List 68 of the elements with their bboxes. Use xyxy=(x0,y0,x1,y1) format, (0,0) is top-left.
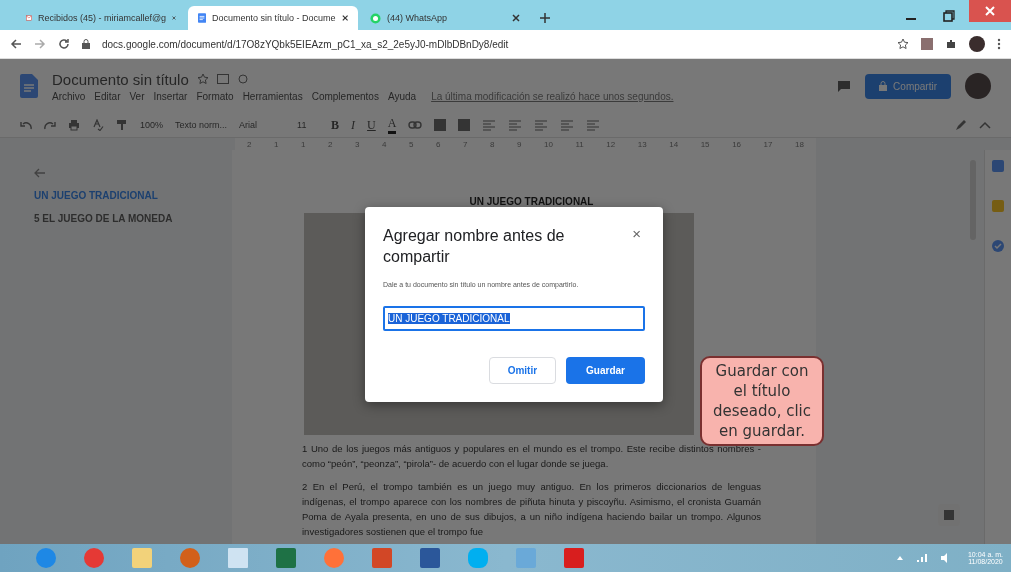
document-heading: UN JUEGO TRADICIONAL xyxy=(468,196,595,207)
format-button[interactable]: I xyxy=(351,117,356,133)
menu-item[interactable]: Ayuda xyxy=(387,90,417,102)
redo-icon[interactable] xyxy=(44,120,56,130)
lock-icon xyxy=(82,39,90,49)
format-button[interactable]: A xyxy=(387,116,397,134)
docs-logo-icon[interactable] xyxy=(20,74,38,98)
lock-icon xyxy=(879,81,888,91)
outline-item[interactable]: 5 EL JUEGO DE LA MONEDA xyxy=(34,213,218,224)
format-button[interactable]: B xyxy=(331,117,340,133)
tasks-icon[interactable] xyxy=(992,240,1004,252)
undo-icon[interactable] xyxy=(20,120,32,130)
style-dropdown[interactable]: Texto norm... xyxy=(175,120,228,130)
close-window-button[interactable] xyxy=(969,0,1011,22)
align-icon[interactable] xyxy=(482,119,497,131)
print-icon[interactable] xyxy=(68,119,80,131)
paragraph: 2 En el Perú, el trompo también es un juego muy antiguo. En los primeros diccionarios de lenguas indígenas, el trompo aparece con los nombres de piñuta hinuta y piscoyñu. Asimismo, el cronista Guamán Poma de Ayala presenta, en uno de sus dibujos, a un niño indígena haciendo bailar un trompo. Algunos investigadores sostienen que el trompo fue xyxy=(302,480,761,539)
save-button[interactable]: Guardar xyxy=(566,357,645,384)
align-icon[interactable] xyxy=(586,119,601,131)
close-icon[interactable] xyxy=(341,14,348,22)
document-title[interactable]: Documento sin título xyxy=(52,70,189,88)
outline-item[interactable]: UN JUEGO TRADICIONAL xyxy=(34,190,218,201)
browser-tab[interactable]: (44) WhatsApp xyxy=(360,6,530,30)
close-icon[interactable] xyxy=(512,14,520,22)
address-field[interactable]: docs.google.com/document/d/17O8zYQbk5EIEAzm_pC1_xa_s2_2e5yJ0-mDlbDBnDy8/edit xyxy=(102,38,509,50)
close-button[interactable]: × xyxy=(628,225,645,242)
menu-item[interactable]: Ver xyxy=(129,90,145,102)
name-input-field[interactable]: UN JUEGO TRADICIONAL xyxy=(383,306,645,331)
dialog-title: Agregar nombre antes de compartir xyxy=(383,226,566,267)
align-icon[interactable] xyxy=(508,119,523,131)
format-button[interactable]: U xyxy=(367,117,376,133)
callout-note: Guardar con el título deseado, clic en guardar. xyxy=(700,356,824,446)
font-dropdown[interactable]: Arial xyxy=(239,120,286,130)
align-icon[interactable] xyxy=(560,119,575,131)
menu-item[interactable]: Formato xyxy=(196,90,234,102)
new-tab-icon[interactable] xyxy=(540,13,550,23)
back-arrow-icon[interactable] xyxy=(34,168,46,178)
browser-tab[interactable]: Documento sin título - Docume xyxy=(188,6,358,30)
mail-icon xyxy=(26,13,32,23)
align-icon[interactable] xyxy=(534,119,549,131)
spellcheck-icon[interactable] xyxy=(92,119,104,131)
menu-item[interactable]: Insertar xyxy=(153,90,188,102)
zoom-dropdown[interactable]: 100% xyxy=(140,120,164,130)
paint-format-icon[interactable] xyxy=(116,119,128,131)
browser-tab[interactable]: Recibidos (45) - miriamcallef@g xyxy=(16,6,186,30)
tray-arrow-icon[interactable] xyxy=(895,555,904,561)
font-size-dropdown[interactable]: 11 xyxy=(297,120,320,130)
restore-icon[interactable] xyxy=(943,10,955,22)
edit-mode-icon[interactable] xyxy=(955,119,967,131)
menu-item[interactable]: Archivo xyxy=(52,90,86,102)
forward-icon[interactable] xyxy=(34,38,46,50)
skip-button[interactable]: Omitir xyxy=(488,357,557,384)
close-icon xyxy=(985,6,995,16)
comment-icon[interactable] xyxy=(837,80,852,92)
star-icon[interactable] xyxy=(897,38,909,50)
back-icon[interactable] xyxy=(10,38,22,50)
collapse-icon[interactable] xyxy=(979,121,991,129)
share-button[interactable]: Compartir xyxy=(865,73,951,99)
menu-item[interactable]: Editar xyxy=(94,90,121,102)
more-icon[interactable] xyxy=(997,38,1001,50)
avatar-icon[interactable] xyxy=(969,36,985,52)
menu-item[interactable]: Complementos xyxy=(311,90,379,102)
reload-icon[interactable] xyxy=(58,38,70,50)
menu-item[interactable]: Herramientas xyxy=(242,90,303,102)
star-icon[interactable] xyxy=(196,73,209,85)
link-icon[interactable] xyxy=(408,121,423,129)
document-icon xyxy=(198,12,206,24)
signal-icon[interactable] xyxy=(915,553,928,563)
